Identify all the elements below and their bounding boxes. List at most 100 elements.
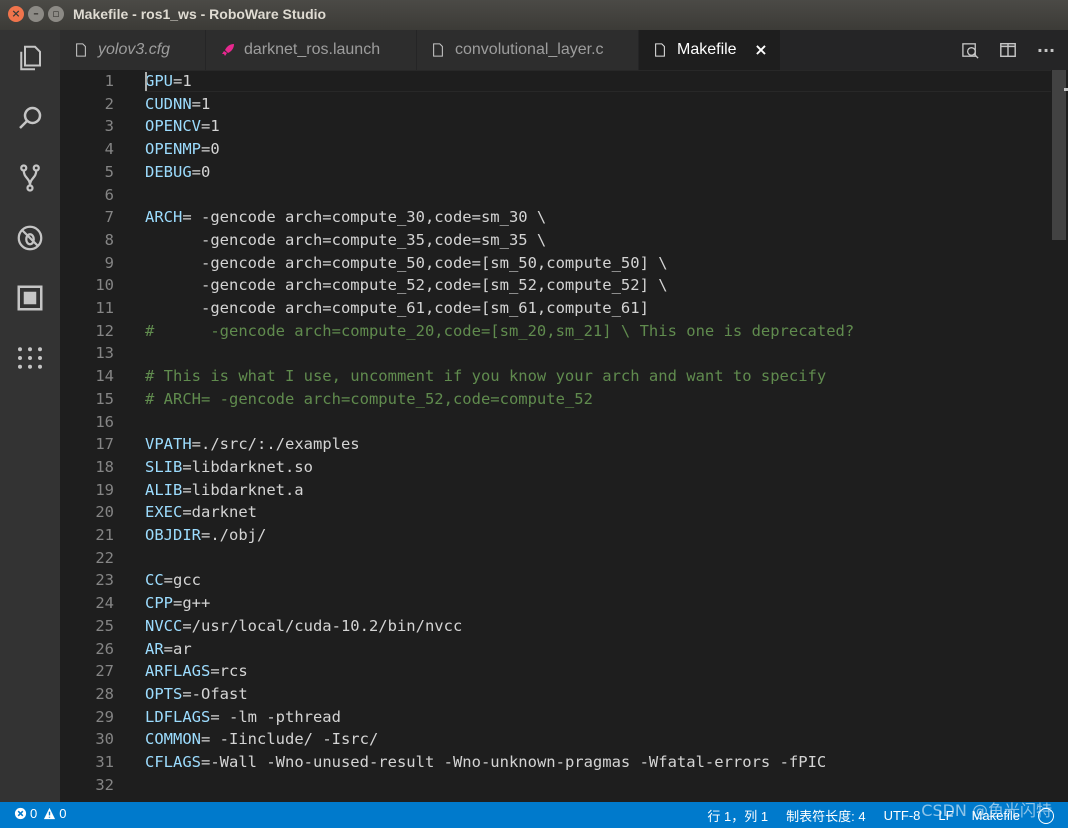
code-line[interactable]: 12 # -gencode arch=compute_20,code=[sm_20… xyxy=(60,320,1068,343)
line-number: 31 xyxy=(95,753,114,771)
code-line[interactable]: 3 OPENCV=1 xyxy=(60,115,1068,138)
variable-token: LDFLAGS xyxy=(145,707,211,726)
window-close-button[interactable]: × xyxy=(8,6,24,22)
errors-indicator[interactable]: 0 xyxy=(14,806,37,821)
code-line[interactable]: 7 ARCH= -gencode arch=compute_30,code=sm_… xyxy=(60,206,1068,229)
code-line[interactable]: 20 EXEC=darknet xyxy=(60,501,1068,524)
text-token: =-Ofast xyxy=(182,684,248,703)
search-icon[interactable] xyxy=(12,100,48,136)
code-line[interactable]: 6 xyxy=(60,184,1068,207)
file-icon xyxy=(431,42,447,58)
code-line[interactable]: 4 OPENMP=0 xyxy=(60,138,1068,161)
comment-token: # ARCH= -gencode arch=compute_52,code=co… xyxy=(145,389,593,408)
code-line[interactable]: 28 OPTS=-Ofast xyxy=(60,683,1068,706)
variable-token: ARFLAGS xyxy=(145,662,211,681)
explorer-icon[interactable] xyxy=(12,40,48,76)
line-number: 23 xyxy=(95,571,114,590)
code-line[interactable]: 5 DEBUG=0 xyxy=(60,161,1068,184)
cursor-position[interactable]: 行 1，列 1 xyxy=(707,806,768,825)
code-line[interactable]: 9 -gencode arch=compute_50,code=[sm_50,c… xyxy=(60,252,1068,275)
tab-yolov3-cfg[interactable]: yolov3.cfg xyxy=(60,30,206,70)
line-number: 12 xyxy=(95,321,114,340)
tab-convolutional-layer-c[interactable]: convolutional_layer.c xyxy=(417,30,639,70)
code-editor[interactable]: 1 GPU=1 2 CUDNN=1 3 OPENCV=1 4 OPENMP=0 5 DEBUG=0… xyxy=(60,70,1068,802)
line-number: 11 xyxy=(95,299,114,317)
text-token: =0 xyxy=(191,162,211,181)
window-maximize-button[interactable]: ▫ xyxy=(48,6,64,22)
tab-darknet-ros-launch[interactable]: darknet_ros.launch xyxy=(206,30,417,70)
find-in-files-icon[interactable] xyxy=(958,38,982,62)
code-line[interactable]: 15 # ARCH= -gencode arch=compute_52,code=… xyxy=(60,388,1068,411)
code-line[interactable]: 14 # This is what I use, uncomment if you… xyxy=(60,365,1068,388)
code-line[interactable]: 13 xyxy=(60,342,1068,365)
more-actions-icon[interactable]: ··· xyxy=(1034,38,1058,62)
comment-token: # This is what I use, uncomment if you k… xyxy=(145,367,827,386)
line-code: -gencode arch=compute_35,code=sm_35 \ xyxy=(145,229,546,252)
split-editor-icon[interactable] xyxy=(996,38,1020,62)
line-number: 8 xyxy=(104,230,114,249)
line-code: AR=ar xyxy=(145,638,192,661)
line-code: CPP=g++ xyxy=(145,592,210,615)
variable-token: ALIB xyxy=(145,480,183,499)
code-line[interactable]: 11 -gencode arch=compute_61,code=[sm_61,… xyxy=(60,297,1068,320)
more-apps-icon[interactable] xyxy=(12,340,48,376)
watermark: CSDN @鱼光闪特 xyxy=(921,801,1052,820)
line-number: 30 xyxy=(95,730,114,749)
extensions-icon[interactable] xyxy=(12,280,48,316)
vertical-scrollbar[interactable] xyxy=(1052,70,1068,802)
tab-makefile[interactable]: Makefile × xyxy=(639,30,781,70)
current-line-highlight xyxy=(145,70,1051,92)
line-number: 18 xyxy=(95,457,114,476)
text-token: =-Wall -Wno-unused-result -Wno-unknown-p… xyxy=(201,753,827,771)
code-line[interactable]: 25 NVCC=/usr/local/cuda-10.2/bin/nvcc xyxy=(60,615,1068,638)
code-line[interactable]: 22 xyxy=(60,547,1068,570)
code-line[interactable]: 31 CFLAGS=-Wall -Wno-unused-result -Wno-u… xyxy=(60,751,1068,774)
editor-actions: ··· xyxy=(958,30,1068,70)
code-line[interactable]: 16 xyxy=(60,411,1068,434)
line-code: -gencode arch=compute_52,code=[sm_52,com… xyxy=(145,274,668,297)
code-line[interactable]: 1 GPU=1 xyxy=(60,70,1068,93)
close-icon[interactable]: × xyxy=(752,41,770,59)
line-number: 19 xyxy=(95,480,114,499)
code-line[interactable]: 32 xyxy=(60,774,1068,797)
code-line[interactable]: 26 AR=ar xyxy=(60,638,1068,661)
encoding[interactable]: UTF-8 xyxy=(884,808,921,823)
tab-label: Makefile xyxy=(677,41,737,58)
window-minimize-button[interactable]: – xyxy=(28,6,44,22)
line-code: OBJDIR=./obj/ xyxy=(145,524,266,547)
line-code: LDFLAGS= -lm -pthread xyxy=(145,706,341,729)
text-token: =./src/:./examples xyxy=(191,435,360,454)
code-line[interactable]: 30 COMMON= -Iinclude/ -Isrc/ xyxy=(60,728,1068,751)
debug-icon[interactable] xyxy=(12,220,48,256)
variable-token: CFLAGS xyxy=(145,753,201,771)
code-line[interactable]: 27 ARFLAGS=rcs xyxy=(60,660,1068,683)
code-line[interactable]: 29 LDFLAGS= -lm -pthread xyxy=(60,706,1068,729)
code-line[interactable]: 2 CUDNN=1 xyxy=(60,93,1068,116)
warnings-indicator[interactable]: 0 xyxy=(43,806,66,821)
variable-token: EXEC xyxy=(145,503,183,522)
text-token: -gencode arch=compute_52,code=[sm_52,com… xyxy=(145,276,668,295)
variable-token: OPENMP xyxy=(145,140,201,159)
line-code: CC=gcc xyxy=(145,569,201,592)
code-line[interactable]: 10 -gencode arch=compute_52,code=[sm_52,… xyxy=(60,274,1068,297)
code-line[interactable]: 19 ALIB=libdarknet.a xyxy=(60,479,1068,502)
source-control-icon[interactable] xyxy=(12,160,48,196)
text-token: =./obj/ xyxy=(201,526,267,544)
code-line[interactable]: 18 SLIB=libdarknet.so xyxy=(60,456,1068,479)
code-line[interactable]: 24 CPP=g++ xyxy=(60,592,1068,615)
scrollbar-thumb[interactable] xyxy=(1052,70,1066,240)
line-code: # This is what I use, uncomment if you k… xyxy=(145,365,826,388)
tab-size[interactable]: 制表符长度: 4 xyxy=(786,806,865,825)
line-code: ALIB=libdarknet.a xyxy=(145,479,304,502)
code-line[interactable]: 8 -gencode arch=compute_35,code=sm_35 \ xyxy=(60,229,1068,252)
variable-token: OPTS xyxy=(145,684,183,703)
line-code: DEBUG=0 xyxy=(145,161,210,184)
warning-count: 0 xyxy=(59,806,67,821)
text-token: =libdarknet.a xyxy=(182,480,304,499)
code-line[interactable]: 21 OBJDIR=./obj/ xyxy=(60,524,1068,547)
code-line[interactable]: 23 CC=gcc xyxy=(60,569,1068,592)
window-controls: × – ▫ xyxy=(8,6,64,22)
text-token: =1 xyxy=(191,94,211,113)
code-line[interactable]: 17 VPATH=./src/:./examples xyxy=(60,433,1068,456)
line-number: 16 xyxy=(95,412,114,431)
